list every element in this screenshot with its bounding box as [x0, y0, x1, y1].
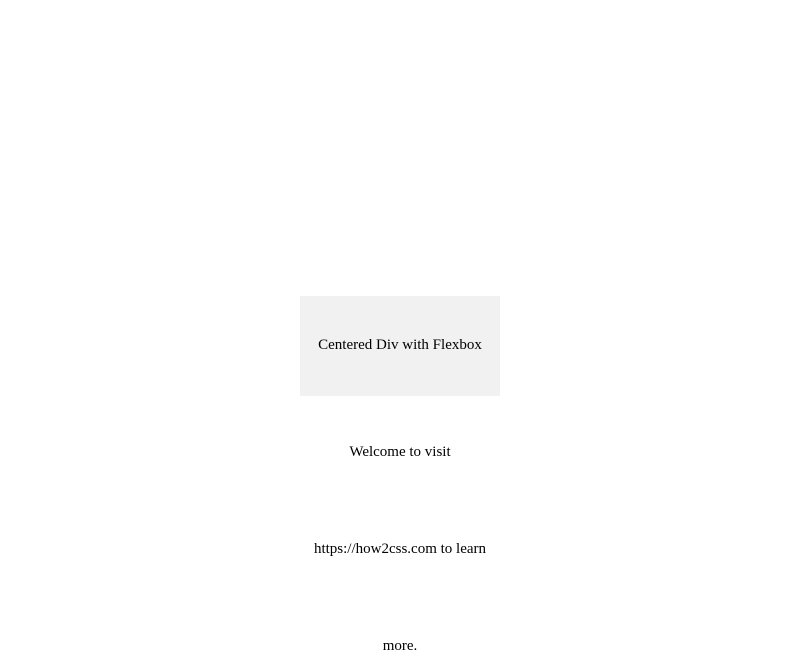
more-text: more. — [383, 638, 418, 655]
centered-box: Centered Div with Flexbox — [300, 296, 500, 396]
centered-box-text: Centered Div with Flexbox — [318, 337, 482, 354]
welcome-text: Welcome to visit — [349, 444, 450, 461]
url-text: https://how2css.com to learn — [314, 541, 486, 558]
